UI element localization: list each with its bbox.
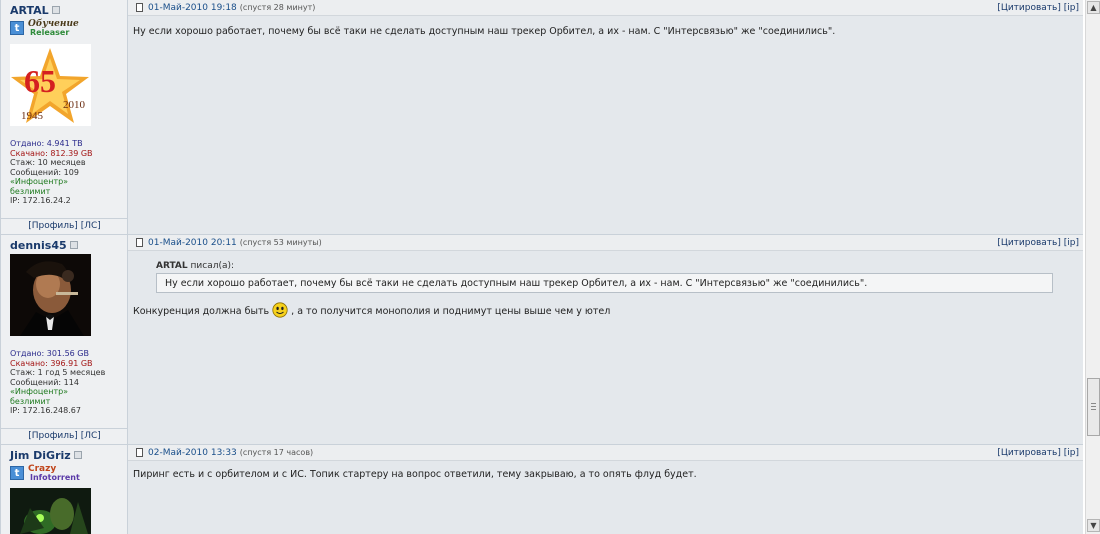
post-ago: (спустя 28 минут): [239, 3, 316, 12]
post-author-panel: ARTAL t Обучение Releaser 65 1945 2010 О…: [1, 0, 128, 235]
rank-subtitle: Releaser: [30, 28, 70, 37]
downloaded-stat: Скачано: 812.39 GB: [10, 148, 93, 158]
svg-text:2010: 2010: [63, 99, 86, 111]
post-body: 01-Май-2010 20:11 (спустя 53 минуты) [Цит…: [128, 235, 1083, 445]
post-date: 01-Май-2010 19:18 (спустя 28 минут): [148, 3, 315, 13]
post-header: 01-Май-2010 19:18 (спустя 28 минут) [Цити…: [128, 0, 1083, 16]
tariff-stat: безлимит: [10, 396, 51, 406]
post-date-link[interactable]: 01-Май-2010 19:18: [148, 3, 237, 13]
post-date-link[interactable]: 02-Май-2010 13:33: [148, 448, 237, 458]
post-doc-icon: [136, 238, 143, 247]
vertical-scrollbar[interactable]: ▲ ▼: [1085, 0, 1100, 534]
messages-stat: Сообщений: 114: [10, 377, 79, 387]
online-status-icon: [69, 241, 78, 249]
avatar-number: 65: [24, 63, 56, 99]
scroll-down-button[interactable]: ▼: [1087, 519, 1100, 532]
smiley-icon: [272, 302, 288, 318]
scroll-thumb[interactable]: [1087, 378, 1100, 436]
experience-stat: Стаж: 1 год 5 месяцев: [10, 368, 106, 377]
rank-t-icon: t: [10, 21, 24, 35]
post-actions: [Цитировать] [ip]: [997, 448, 1079, 458]
post-date: 01-Май-2010 20:11 (спустя 53 минуты): [148, 238, 322, 248]
profile-link[interactable]: [Профиль]: [28, 221, 78, 231]
scroll-up-button[interactable]: ▲: [1087, 1, 1100, 14]
quote-button[interactable]: [Цитировать]: [997, 238, 1061, 248]
ip-stat: IP: 172.16.248.67: [10, 406, 81, 415]
post-ago: (спустя 53 минуты): [239, 238, 322, 247]
post-body: 01-Май-2010 19:18 (спустя 28 минут) [Цити…: [128, 0, 1083, 235]
quote-box: Ну если хорошо работает, почему бы всё т…: [156, 273, 1053, 293]
post-date: 02-Май-2010 13:33 (спустя 17 часов): [148, 448, 313, 458]
author-name[interactable]: dennis45: [10, 239, 78, 252]
author-stats: Отдано: 4.941 TB Скачано: 812.39 GB Стаж…: [10, 139, 93, 206]
pm-link[interactable]: [ЛС]: [81, 221, 101, 231]
author-links: [Профиль] [ЛС]: [1, 218, 128, 234]
post-jim-digriz: Jim DiGriz t Crazy Infotorrent 02-Май-20…: [1, 445, 1083, 534]
post-body: 02-Май-2010 13:33 (спустя 17 часов) [Цити…: [128, 445, 1083, 534]
pm-link[interactable]: [ЛС]: [81, 431, 101, 441]
downloaded-stat: Скачано: 396.91 GB: [10, 358, 93, 368]
avatar: [10, 254, 91, 336]
author-name[interactable]: ARTAL: [10, 4, 60, 17]
avatar: 65 1945 2010: [10, 44, 91, 126]
post-doc-icon: [136, 3, 143, 12]
ip-button[interactable]: [ip]: [1064, 448, 1079, 458]
author-links: [Профиль] [ЛС]: [1, 428, 128, 444]
uploaded-stat: Отдано: 301.56 GB: [10, 349, 89, 358]
tariff-stat: безлимит: [10, 186, 51, 196]
experience-stat: Стаж: 10 месяцев: [10, 158, 86, 167]
avatar: [10, 488, 91, 534]
ip-stat: IP: 172.16.24.2: [10, 196, 71, 205]
post-text: Конкуренция должна быть, а то получится …: [133, 302, 610, 318]
author-stats: Отдано: 301.56 GB Скачано: 396.91 GB Ста…: [10, 349, 105, 416]
rank-subtitle: Infotorrent: [30, 473, 80, 482]
post-doc-icon: [136, 448, 143, 457]
rank-image: t Crazy Infotorrent: [10, 464, 80, 482]
profile-link[interactable]: [Профиль]: [28, 431, 78, 441]
ip-button[interactable]: [ip]: [1064, 238, 1079, 248]
post-text: Ну если хорошо работает, почему бы всё т…: [133, 26, 836, 37]
topic-posts: ARTAL t Обучение Releaser 65 1945 2010 О…: [0, 0, 1083, 534]
svg-text:1945: 1945: [21, 110, 44, 122]
ip-button[interactable]: [ip]: [1064, 3, 1079, 13]
quote-author: ARTAL: [156, 261, 188, 271]
author-name[interactable]: Jim DiGriz: [10, 449, 82, 462]
quote-said: писал(а):: [190, 261, 235, 271]
rank-image: t Обучение Releaser: [10, 19, 79, 37]
post-header: 02-Май-2010 13:33 (спустя 17 часов) [Цити…: [128, 445, 1083, 461]
online-status-icon: [51, 6, 60, 14]
provider-stat: «Инфоцентр»: [10, 177, 69, 186]
post-artal: ARTAL t Обучение Releaser 65 1945 2010 О…: [1, 0, 1083, 235]
post-author-panel: dennis45 Отдано: 301.56 GB Скачано: 396.…: [1, 235, 128, 445]
quote-header: ARTAL писал(а):: [156, 261, 234, 271]
post-dennis45: dennis45 Отдано: 301.56 GB Скачано: 396.…: [1, 235, 1083, 445]
post-header: 01-Май-2010 20:11 (спустя 53 минуты) [Цит…: [128, 235, 1083, 251]
post-date-link[interactable]: 01-Май-2010 20:11: [148, 238, 237, 248]
post-actions: [Цитировать] [ip]: [997, 3, 1079, 13]
provider-stat: «Инфоцентр»: [10, 387, 69, 396]
rank-t-icon: t: [10, 466, 24, 480]
uploaded-stat: Отдано: 4.941 TB: [10, 139, 83, 148]
post-ago: (спустя 17 часов): [239, 448, 314, 457]
online-status-icon: [73, 451, 82, 459]
post-text: Пиринг есть и с орбителом и с ИС. Топик …: [133, 469, 697, 480]
post-actions: [Цитировать] [ip]: [997, 238, 1079, 248]
quote-button[interactable]: [Цитировать]: [997, 448, 1061, 458]
post-author-panel: Jim DiGriz t Crazy Infotorrent: [1, 445, 128, 534]
quote-button[interactable]: [Цитировать]: [997, 3, 1061, 13]
messages-stat: Сообщений: 109: [10, 167, 79, 177]
